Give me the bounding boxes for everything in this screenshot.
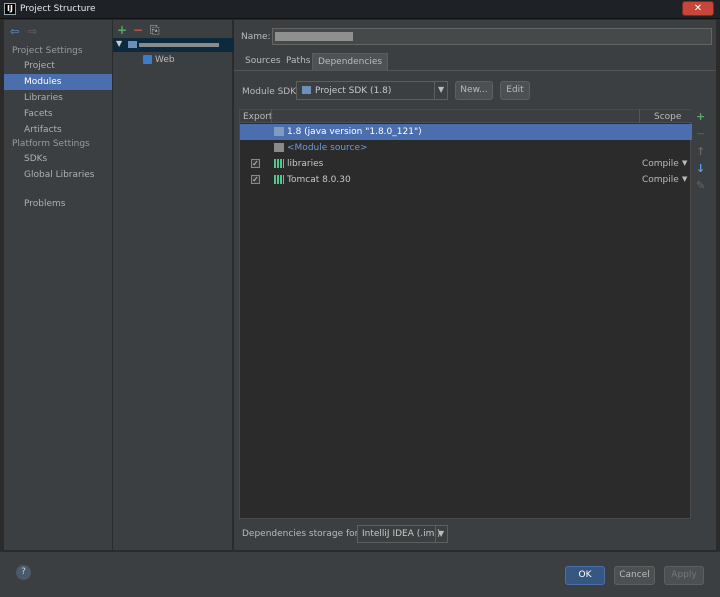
redacted-module-name <box>139 43 219 47</box>
library-icon <box>274 175 284 184</box>
intellij-icon: IJ <box>4 3 16 15</box>
scope-column-header[interactable]: Scope <box>654 112 681 122</box>
source-folder-icon <box>274 143 284 152</box>
module-sdk-label: Module SDK: <box>242 87 300 97</box>
close-button[interactable]: ✕ <box>682 1 714 16</box>
forward-arrow-icon[interactable]: ⇨ <box>28 25 37 38</box>
nav-item-project[interactable]: Project <box>4 58 112 74</box>
sdk-select-value: Project SDK (1.8) <box>315 86 392 96</box>
table-row[interactable]: <Module source> <box>240 140 692 156</box>
nav-item-libraries[interactable]: Libraries <box>4 90 112 106</box>
table-row[interactable]: ✓ libraries Compile ▼ <box>240 156 692 172</box>
platform-settings-heading: Platform Settings <box>12 139 90 149</box>
dependency-name: libraries <box>287 159 324 169</box>
module-sdk-select[interactable]: Project SDK (1.8) ▼ <box>296 81 448 100</box>
add-dependency-icon[interactable]: + <box>696 110 705 123</box>
settings-nav: ⇦ ⇨ Project Settings Project Modules Lib… <box>4 20 112 550</box>
dependency-name: Tomcat 8.0.30 <box>287 175 351 185</box>
storage-format-select[interactable]: IntelliJ IDEA (.iml) ▼ <box>357 525 448 543</box>
edit-dependency-icon[interactable]: ✎ <box>696 179 705 192</box>
nav-item-sdks[interactable]: SDKs <box>4 151 112 167</box>
table-header: Export Scope <box>240 110 692 123</box>
nav-item-modules[interactable]: Modules <box>4 74 112 90</box>
add-icon[interactable]: + <box>117 23 127 37</box>
nav-item-global-libraries[interactable]: Global Libraries <box>4 167 112 183</box>
project-settings-heading: Project Settings <box>12 46 83 56</box>
dropdown-arrow-icon[interactable]: ▼ <box>682 175 687 183</box>
export-checkbox[interactable]: ✓ <box>251 175 260 184</box>
name-label: Name: <box>241 32 271 42</box>
column-divider <box>271 110 272 123</box>
table-row[interactable]: ✓ Tomcat 8.0.30 Compile ▼ <box>240 172 692 188</box>
scope-value[interactable]: Compile <box>642 175 679 185</box>
sdk-folder-icon <box>274 127 284 136</box>
combo-separator <box>435 526 436 542</box>
column-divider <box>639 110 640 123</box>
help-icon[interactable]: ? <box>16 565 31 580</box>
dependencies-table: Export Scope 1.8 (java version "1.8.0_12… <box>239 109 692 519</box>
export-column-header[interactable]: Export <box>243 112 272 122</box>
dependency-name: <Module source> <box>287 143 368 153</box>
export-checkbox[interactable]: ✓ <box>251 159 260 168</box>
nav-item-facets[interactable]: Facets <box>4 106 112 122</box>
edit-sdk-button[interactable]: Edit <box>500 81 530 100</box>
copy-icon[interactable]: ⎘ <box>150 23 160 38</box>
window-title: Project Structure <box>20 4 96 14</box>
table-row[interactable]: 1.8 (java version "1.8.0_121") <box>240 124 692 140</box>
tab-divider <box>234 70 716 71</box>
library-icon <box>274 159 284 168</box>
web-facet-icon <box>143 55 152 64</box>
dropdown-arrow-icon[interactable]: ▼ <box>438 529 444 538</box>
dropdown-arrow-icon[interactable]: ▼ <box>682 159 687 167</box>
module-details-panel: Name: Sources Paths Dependencies Module … <box>234 20 716 550</box>
move-up-icon[interactable]: ↑ <box>696 145 705 158</box>
dropdown-arrow-icon[interactable]: ▼ <box>438 85 444 94</box>
nav-item-artifacts[interactable]: Artifacts <box>4 122 112 138</box>
remove-dependency-icon[interactable]: − <box>696 127 705 140</box>
dialog-footer: ? OK Cancel Apply <box>0 551 720 597</box>
module-tree-panel: + − ⎘ ▼ Web <box>112 20 234 550</box>
dependency-name: 1.8 (java version "1.8.0_121") <box>287 127 422 137</box>
name-input[interactable] <box>272 28 712 45</box>
redacted-name-value <box>275 32 353 41</box>
remove-icon[interactable]: − <box>133 23 143 37</box>
apply-button[interactable]: Apply <box>664 566 704 585</box>
new-sdk-button[interactable]: New... <box>455 81 493 100</box>
storage-format-value: IntelliJ IDEA (.iml) <box>362 529 441 539</box>
combo-separator <box>434 82 435 99</box>
dependency-toolbar: + − ↑ ↓ ✎ <box>692 110 712 220</box>
module-folder-icon <box>128 41 137 48</box>
tab-paths[interactable]: Paths <box>281 53 315 70</box>
title-bar: IJ Project Structure ✕ <box>0 0 720 19</box>
tab-sources[interactable]: Sources <box>240 53 286 70</box>
tab-dependencies[interactable]: Dependencies <box>312 53 389 70</box>
expand-arrow-icon[interactable]: ▼ <box>116 39 122 48</box>
nav-item-problems[interactable]: Problems <box>4 196 112 212</box>
tree-root-module[interactable]: ▼ <box>113 38 234 52</box>
tree-item-web[interactable]: Web <box>155 55 175 65</box>
back-arrow-icon[interactable]: ⇦ <box>10 25 19 38</box>
sdk-folder-icon <box>302 86 311 94</box>
scope-value[interactable]: Compile <box>642 159 679 169</box>
move-down-icon[interactable]: ↓ <box>696 162 705 175</box>
ok-button[interactable]: OK <box>565 566 605 585</box>
cancel-button[interactable]: Cancel <box>614 566 655 585</box>
